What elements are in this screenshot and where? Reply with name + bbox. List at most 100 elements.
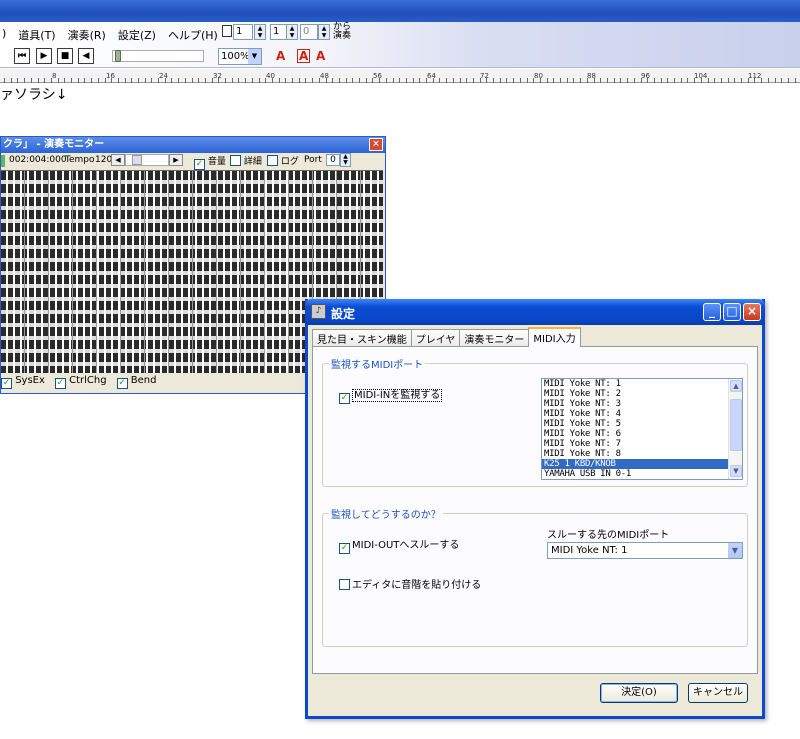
menu-play[interactable]: 演奏(R): [62, 26, 112, 44]
port-list-item[interactable]: MIDI Yoke NT: 3: [542, 399, 742, 409]
log-checkbox[interactable]: ログ: [267, 154, 299, 167]
spin-arrows-1[interactable]: ▲ ▼: [254, 24, 266, 40]
ruler-minor-tick: [64, 78, 65, 83]
log-label: ログ: [280, 157, 299, 167]
step-back-button[interactable]: ◀: [78, 48, 94, 64]
spin-arrows-2[interactable]: ▲ ▼: [286, 24, 298, 40]
port-list-item[interactable]: MIDI Yoke NT: 1: [542, 379, 742, 389]
position-slider[interactable]: [112, 50, 204, 62]
spin-input-3[interactable]: 0: [300, 24, 318, 40]
ruler-minor-tick: [654, 78, 655, 83]
port-list-item[interactable]: MIDI Yoke NT: 2: [542, 389, 742, 399]
checkbox-empty-icon[interactable]: [267, 155, 278, 166]
cancel-button[interactable]: キャンセル: [688, 683, 748, 703]
thru-action-group: 監視してどうするのか？ ✓ MIDI-OUTへスルーする スルーする先のMIDIポ…: [322, 506, 748, 647]
ruler-label: 40: [266, 72, 275, 80]
ruler-minor-tick: [634, 78, 635, 83]
ruler-label: 24: [159, 72, 168, 80]
minimize-icon[interactable]: _: [703, 303, 721, 321]
rewind-button[interactable]: ⏮: [14, 48, 30, 64]
ruler-minor-tick: [205, 78, 206, 83]
ruler-minor-tick: [299, 78, 300, 83]
menu-tools[interactable]: 道具(T): [12, 26, 61, 44]
chevron-down-icon[interactable]: ▼: [727, 543, 742, 558]
scroll-down-icon[interactable]: ▼: [730, 465, 742, 477]
volume-checkbox[interactable]: ✓ 音量: [194, 154, 226, 170]
tempo-slider[interactable]: [125, 154, 169, 166]
ctrlchg-checkbox[interactable]: ✓ CtrlChg: [54, 375, 107, 391]
port-list-item[interactable]: MIDI Yoke NT: 7: [542, 439, 742, 449]
maximize-icon[interactable]: □: [723, 303, 741, 321]
ruler-minor-tick: [78, 78, 79, 83]
volume-label: 音量: [207, 157, 226, 167]
tab-player[interactable]: プレイヤ: [410, 329, 461, 346]
ruler-minor-tick: [366, 78, 367, 83]
tab-performance-monitor[interactable]: 演奏モニター: [459, 329, 530, 346]
ruler-minor-tick: [446, 78, 447, 83]
spin-input-1[interactable]: 1: [233, 24, 253, 40]
checkbox-checked-icon[interactable]: ✓: [194, 159, 205, 170]
menu-bar: ) 道具(T) 演奏(R) 設定(Z) ヘルプ(H): [0, 26, 224, 44]
detail-checkbox[interactable]: 詳細: [230, 154, 262, 167]
port-list: MIDI Yoke NT: 1 MIDI Yoke NT: 2 MIDI Yoke …: [542, 379, 742, 479]
ruler-minor-tick: [500, 78, 501, 83]
midi-port-listbox[interactable]: MIDI Yoke NT: 1 MIDI Yoke NT: 2 MIDI Yoke …: [541, 378, 743, 480]
ruler-minor-tick: [788, 78, 789, 83]
app-title-bar: [0, 0, 800, 22]
menu-settings[interactable]: 設定(Z): [112, 26, 162, 44]
tempo-slider-thumb[interactable]: [132, 155, 142, 165]
ctrlchg-label: CtrlChg: [69, 375, 107, 386]
midi-out-thru-checkbox[interactable]: ✓ MIDI-OUTへスルーする: [339, 536, 459, 554]
thru-target-select[interactable]: MIDI Yoke NT: 1 ▼: [547, 542, 743, 559]
close-icon[interactable]: ×: [369, 138, 383, 151]
tempo-right-arrow-icon[interactable]: ▶: [169, 154, 183, 166]
ok-button[interactable]: 決定(O): [600, 683, 678, 703]
monitor-toolbar: 002:004:000 Tempo 120 ◀ ▶ ✓ 音量 詳細 ログ Por…: [1, 153, 385, 170]
port-list-item[interactable]: K25 1 KBD/KNOB: [542, 459, 742, 469]
zoom-select[interactable]: 100% ▼: [218, 48, 262, 65]
checkbox-checked-icon[interactable]: ✓: [54, 378, 66, 389]
scroll-up-icon[interactable]: ▲: [730, 380, 742, 392]
port-list-item[interactable]: MIDI Yoke NT: 6: [542, 429, 742, 439]
font-normal-icon[interactable]: A: [297, 49, 311, 63]
ruler-minor-tick: [620, 78, 621, 83]
checkbox-checked-icon[interactable]: ✓: [116, 378, 128, 389]
checkbox-empty-icon[interactable]: [339, 579, 350, 590]
bend-checkbox[interactable]: ✓ Bend: [116, 375, 156, 391]
port-list-item[interactable]: MIDI Yoke NT: 8: [542, 449, 742, 459]
checkbox-checked-icon[interactable]: ✓: [1, 378, 12, 389]
paste-to-editor-checkbox[interactable]: エディタに音階を貼り付ける: [339, 576, 481, 591]
play-button[interactable]: ▶: [36, 48, 52, 64]
port-list-item[interactable]: MIDI Yoke NT: 5: [542, 419, 742, 429]
port-spin-arrows-icon[interactable]: ▲ ▼: [340, 153, 351, 167]
monitor-title-bar: クラ」 - 演奏モニター ×: [1, 137, 385, 153]
ruler-minor-tick: [399, 78, 400, 83]
checkbox-checked-icon[interactable]: ✓: [339, 393, 350, 404]
port-input[interactable]: 0: [326, 154, 340, 166]
listbox-scrollbar[interactable]: ▲ ▼: [728, 379, 742, 479]
close-icon[interactable]: ×: [743, 303, 761, 321]
font-bigger-icon[interactable]: A: [276, 49, 285, 63]
checkbox-empty-icon[interactable]: [230, 155, 241, 166]
play-from-label[interactable]: から 演奏: [333, 23, 351, 41]
ruler-minor-tick: [11, 78, 12, 83]
chevron-down-icon[interactable]: ▼: [248, 49, 261, 64]
app-icon: ♪: [311, 304, 326, 319]
checkbox-checked-icon[interactable]: ✓: [339, 543, 350, 554]
port-list-item[interactable]: MIDI Yoke NT: 4: [542, 409, 742, 419]
stop-button[interactable]: ■: [57, 48, 73, 64]
tab-appearance-skin[interactable]: 見た目・スキン機能: [312, 329, 412, 346]
document-text[interactable]: ァソラシ↓: [0, 84, 67, 104]
tempo-left-arrow-icon[interactable]: ◀: [111, 154, 125, 166]
tab-midi-input[interactable]: MIDI入力: [528, 327, 581, 347]
slider-thumb-icon[interactable]: [115, 50, 121, 62]
port-list-item[interactable]: YAMAHA USB IN 0-1: [542, 469, 742, 479]
sysex-checkbox[interactable]: ✓ SysEx: [1, 375, 45, 391]
spin-arrows-3[interactable]: ▲ ▼: [318, 24, 330, 40]
menu-help[interactable]: ヘルプ(H): [162, 26, 224, 44]
ruler-label: 88: [587, 72, 596, 80]
scroll-thumb[interactable]: [730, 399, 742, 451]
font-smaller-icon[interactable]: A: [316, 49, 325, 63]
monitor-midi-in-checkbox[interactable]: ✓ MIDI-INを監視する: [339, 386, 443, 404]
stop-square-icon[interactable]: [222, 25, 232, 37]
